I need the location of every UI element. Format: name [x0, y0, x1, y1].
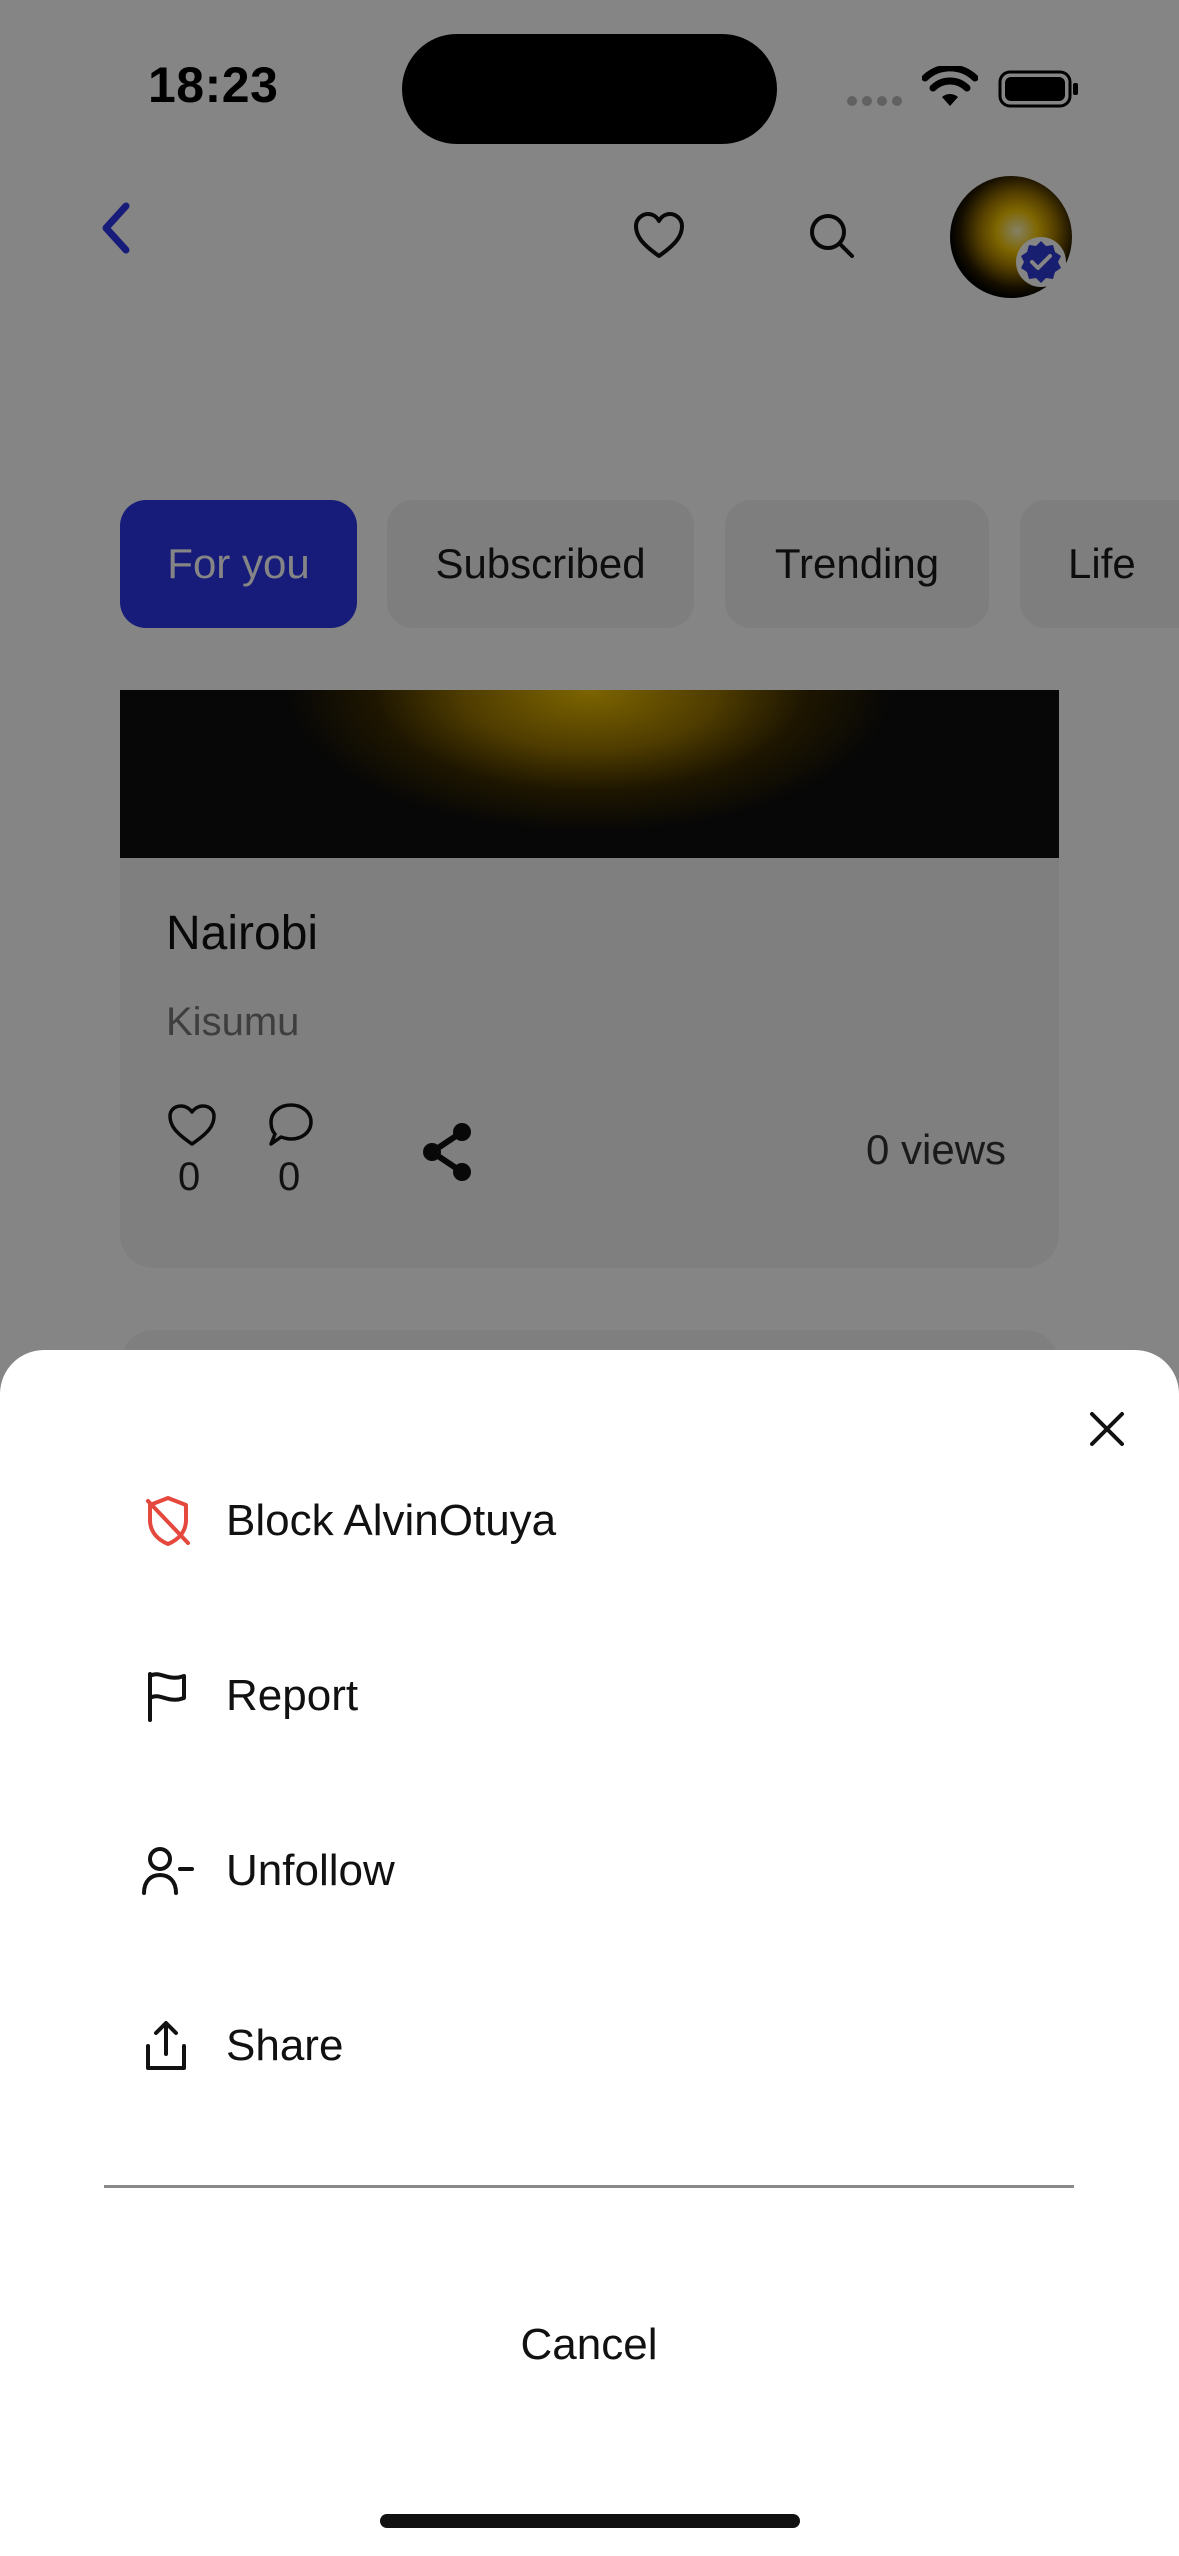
unfollow-button[interactable]: Unfollow [140, 1816, 1040, 1926]
share-upload-icon [140, 2018, 210, 2074]
divider [104, 2185, 1074, 2188]
block-user-button[interactable]: Block AlvinOtuya [140, 1466, 1040, 1576]
share-button[interactable]: Share [140, 1991, 1040, 2101]
share-label: Share [226, 2021, 344, 2070]
unfollow-label: Unfollow [226, 1846, 395, 1895]
flag-icon [140, 1668, 210, 1724]
block-user-label: Block AlvinOtuya [226, 1496, 557, 1545]
user-minus-icon [140, 1843, 210, 1899]
home-indicator [380, 2514, 800, 2528]
report-label: Report [226, 1671, 359, 1720]
shield-off-icon [140, 1493, 210, 1549]
cancel-button[interactable]: Cancel [104, 2290, 1074, 2400]
close-icon[interactable] [1082, 1404, 1132, 1454]
report-button[interactable]: Report [140, 1641, 1040, 1751]
action-sheet: Block AlvinOtuya Report Unfollow Share C… [0, 1350, 1179, 2556]
